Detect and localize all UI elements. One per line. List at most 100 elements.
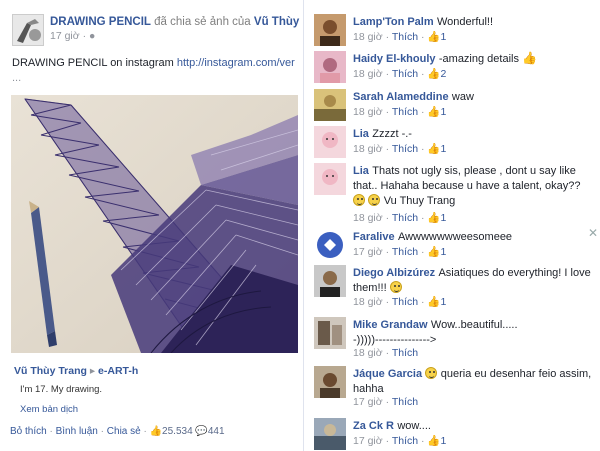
comment-time[interactable]: 18 giờ — [353, 296, 383, 308]
like-count[interactable]: 2 — [441, 68, 447, 80]
comment-body: Lia Thats not ugly sis, please , dont u … — [353, 163, 595, 208]
comment-body: Za Ck R wow.... — [353, 418, 595, 433]
page-avatar[interactable] — [12, 14, 44, 46]
original-author-link[interactable]: Vũ Thùy Tr — [254, 16, 300, 28]
comment-time[interactable]: 17 giờ — [353, 396, 383, 408]
commenter-name[interactable]: Lia — [353, 128, 369, 140]
avatar[interactable] — [314, 366, 346, 398]
avatar[interactable] — [314, 265, 346, 297]
avatar[interactable] — [314, 229, 346, 261]
comment-button[interactable]: Bình luận — [56, 426, 98, 437]
likes-count[interactable]: 25.534 — [162, 426, 193, 437]
commenter-name[interactable]: Diego Albizúrez — [353, 267, 435, 279]
comment-meta: 18 giờ · Thích · 👍1 — [353, 296, 447, 308]
smiley-icon — [368, 194, 381, 206]
post-timestamp[interactable]: 17 giờ · ● — [50, 30, 95, 42]
post-time[interactable]: 17 giờ · — [50, 30, 89, 42]
post-text: DRAWING PENCIL on instagram http://insta… — [12, 57, 302, 69]
comment-time[interactable]: 17 giờ — [353, 246, 383, 258]
comment-meta: 17 giờ · Thích · 👍1 — [353, 435, 447, 447]
comment-meta: 18 giờ · Thích · 👍1 — [353, 143, 447, 155]
like-button[interactable]: Thích — [392, 246, 418, 258]
comment-time[interactable]: 18 giờ — [353, 347, 383, 359]
commenter-name[interactable]: Mike Grandaw — [353, 319, 428, 331]
comment-time[interactable]: 18 giờ — [353, 68, 383, 80]
comment-time[interactable]: 18 giờ — [353, 143, 383, 155]
unlike-button[interactable]: Bỏ thích — [10, 426, 47, 437]
like-button[interactable]: Thích — [392, 143, 418, 155]
like-button[interactable]: Thích — [392, 31, 418, 43]
like-count[interactable]: 1 — [441, 31, 447, 43]
avatar[interactable] — [314, 14, 346, 46]
commenter-name[interactable]: Sarah Alameddine — [353, 91, 449, 103]
page-name-link[interactable]: DRAWING PENCIL — [50, 16, 151, 28]
comment-meta: 17 giờ · Thích · 👍1 — [353, 246, 447, 258]
comment-body: Faralive Awwwwwwweesomeee — [353, 229, 595, 244]
comment-meta: 18 giờ · Thích · 👍2 — [353, 68, 447, 80]
like-count[interactable]: 1 — [441, 296, 447, 308]
like-button[interactable]: Thích — [392, 68, 418, 80]
like-count[interactable]: 1 — [441, 106, 447, 118]
comment-body: Lia Zzzzt -.- — [353, 126, 595, 141]
like-count[interactable]: 1 — [441, 143, 447, 155]
share-button[interactable]: Chia sẻ — [107, 426, 141, 437]
like-count[interactable]: 1 — [441, 246, 447, 258]
comment-bubble-icon: 💬 — [195, 426, 208, 437]
comments-count[interactable]: 441 — [208, 426, 225, 437]
comment-time[interactable]: 18 giờ — [353, 106, 383, 118]
commenter-name[interactable]: Haidy El-khouly — [353, 53, 436, 65]
comment-text: -amazing details — [438, 53, 519, 65]
avatar[interactable] — [314, 418, 346, 450]
comment-text: waw — [451, 91, 474, 103]
like-button[interactable]: Thích — [392, 435, 418, 447]
instagram-link[interactable]: http://instagram.com/ver — [177, 57, 295, 69]
comment-text: Thats not ugly sis, please , dont u say … — [353, 165, 581, 192]
post-photo-eiffel-tower-drawing[interactable] — [11, 95, 298, 353]
separator-dot: · — [143, 426, 147, 437]
globe-icon: ● — [89, 30, 96, 42]
smiley-icon — [389, 281, 402, 293]
comment-body: Diego Albizúrez Asiatiques do everything… — [353, 265, 595, 295]
caption-arrow: ▸ — [86, 365, 99, 377]
post-text-prefix: DRAWING PENCIL on instagram — [12, 57, 177, 69]
thumbs-up-icon: 👍 — [427, 68, 441, 80]
like-button[interactable]: Thích — [392, 106, 418, 118]
commenter-name[interactable]: Lamp'Ton Palm — [353, 16, 434, 28]
commenter-name[interactable]: Lia — [353, 165, 369, 177]
thumbs-up-icon: 👍 — [522, 51, 538, 65]
comment-meta: 17 giờ · Thích — [353, 396, 419, 408]
comment-time[interactable]: 18 giờ — [353, 212, 383, 224]
like-button[interactable]: Thích — [392, 212, 418, 224]
close-icon[interactable]: ✕ — [588, 226, 598, 240]
separator-dot: · — [100, 426, 104, 437]
commenter-name[interactable]: Jáque Garcia — [353, 368, 422, 380]
like-count[interactable]: 1 — [441, 435, 447, 447]
like-button[interactable]: Thích — [392, 296, 418, 308]
like-button[interactable]: Thích — [392, 347, 418, 359]
comment-text: Wonderful!! — [437, 16, 494, 28]
caption-text: I'm 17. My drawing. — [20, 384, 103, 395]
comment-time[interactable]: 18 giờ — [353, 31, 383, 43]
like-button[interactable]: Thích — [392, 396, 418, 408]
see-translation-link[interactable]: Xem bản dịch — [20, 404, 78, 415]
avatar[interactable] — [314, 51, 346, 83]
avatar[interactable] — [314, 89, 346, 121]
avatar[interactable] — [314, 317, 346, 349]
shared-text: đã chia sẻ ảnh của — [154, 16, 251, 28]
thumbs-up-icon: 👍 — [427, 31, 441, 43]
thumbs-up-icon: 👍 — [427, 106, 441, 118]
comment-text-continued: -)))))---------------> — [353, 334, 437, 346]
caption-author-line: Vũ Thùy Trang ▸ e-ART-h — [14, 365, 138, 377]
like-count[interactable]: 1 — [441, 212, 447, 224]
caption-group-link[interactable]: e-ART-h — [98, 365, 138, 377]
comment-mention[interactable]: Vu Thuy Trang — [384, 195, 456, 207]
caption-author-link[interactable]: Vũ Thùy Trang — [14, 365, 87, 377]
commenter-name[interactable]: Faralive — [353, 231, 395, 243]
thumbs-up-icon: 👍 — [427, 143, 441, 155]
thumbs-up-icon: 👍 — [427, 435, 441, 447]
comment-text: Awwwwwwweesomeee — [397, 231, 513, 243]
avatar[interactable] — [314, 163, 346, 195]
comment-time[interactable]: 17 giờ — [353, 435, 383, 447]
avatar[interactable] — [314, 126, 346, 158]
commenter-name[interactable]: Za Ck R — [353, 420, 394, 432]
